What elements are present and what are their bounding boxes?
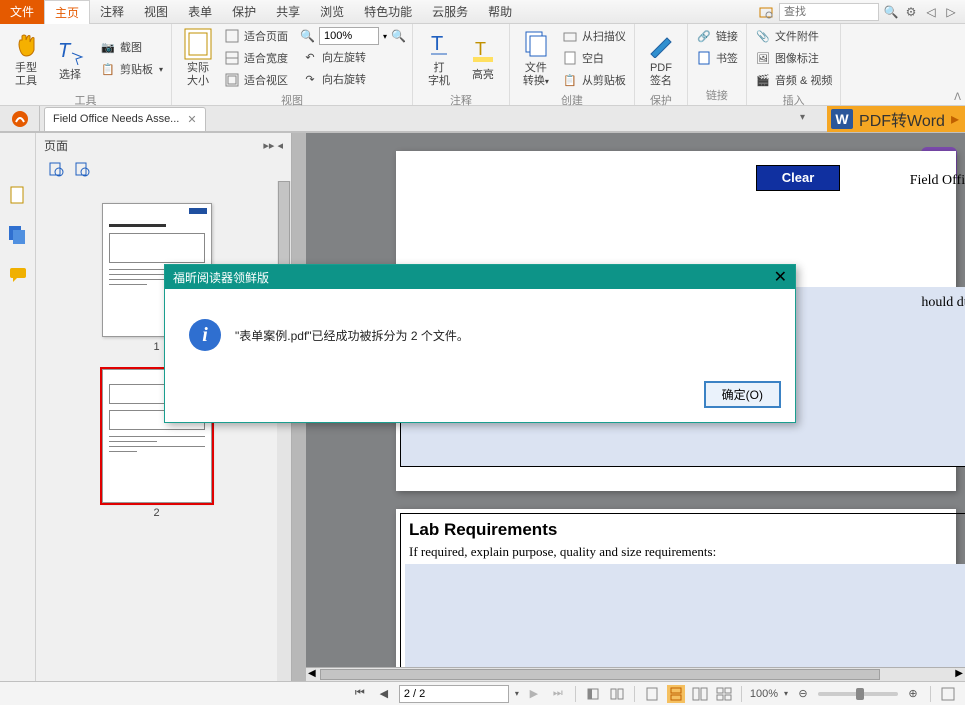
- highlight-button[interactable]: T 高亮: [463, 33, 503, 84]
- view-facing-cont-icon[interactable]: [715, 685, 733, 703]
- zoom-in-icon[interactable]: 🔍: [391, 29, 406, 43]
- layout-2-icon[interactable]: [608, 685, 626, 703]
- fit-page-button[interactable]: 适合页面: [222, 26, 290, 46]
- search-input[interactable]: [779, 3, 879, 21]
- layout-1-icon[interactable]: [584, 685, 602, 703]
- tab-view[interactable]: 视图: [134, 0, 178, 24]
- lab-title: Lab Requirements: [409, 520, 557, 540]
- vertical-toolbar: [0, 133, 36, 681]
- document-tab[interactable]: Field Office Needs Asse... ✕: [44, 107, 206, 131]
- app-home-tab[interactable]: [0, 106, 40, 132]
- from-clipboard-button[interactable]: 📋从剪贴板: [560, 70, 628, 90]
- link-button[interactable]: 🔗链接: [694, 26, 740, 46]
- zoom-input[interactable]: [319, 27, 379, 45]
- page-number-input[interactable]: [399, 685, 509, 703]
- file-attach-button[interactable]: 📎文件附件: [753, 26, 834, 46]
- tab-share[interactable]: 共享: [266, 0, 310, 24]
- view-facing-icon[interactable]: [691, 685, 709, 703]
- info-dialog: 福昕阅读器领鲜版 ✕ i "表单案例.pdf"已经成功被拆分为 2 个文件。 确…: [164, 264, 796, 423]
- svg-text:T: T: [58, 40, 72, 62]
- tab-features[interactable]: 特色功能: [354, 0, 422, 24]
- fullscreen-icon[interactable]: [939, 685, 957, 703]
- audio-video-button[interactable]: 🎬音频 & 视频: [753, 70, 834, 90]
- vbtn-page[interactable]: [6, 183, 30, 207]
- dialog-ok-button[interactable]: 确定(O): [704, 381, 781, 408]
- tab-home[interactable]: 主页: [44, 0, 90, 24]
- clipboard-button[interactable]: 📋剪贴板▾: [98, 59, 165, 79]
- dialog-close-icon[interactable]: ✕: [774, 267, 787, 287]
- select-button[interactable]: T 选择: [50, 33, 90, 84]
- document-tab-title: Field Office Needs Asse...: [53, 113, 179, 125]
- rotate-left-button[interactable]: ↶向左旋转: [300, 47, 406, 67]
- gear-icon[interactable]: ⚙: [903, 4, 919, 20]
- sidepanel-scrollbar[interactable]: [277, 181, 291, 681]
- side-panel-title: 页面: [44, 137, 68, 154]
- tab-dropdown-icon[interactable]: ▾: [800, 112, 805, 123]
- prev-page-icon[interactable]: ◀: [375, 685, 393, 703]
- tab-cloud[interactable]: 云服务: [422, 0, 478, 24]
- tab-protect[interactable]: 保护: [222, 0, 266, 24]
- doc-header-text: Field Office Needs: [910, 173, 965, 189]
- lab-text: If required, explain purpose, quality an…: [409, 544, 716, 560]
- tab-help[interactable]: 帮助: [478, 0, 522, 24]
- typewriter-button[interactable]: T 打 字机: [419, 26, 459, 90]
- from-scanner-button[interactable]: 从扫描仪: [560, 26, 628, 46]
- zoom-slider[interactable]: [818, 692, 898, 696]
- close-tab-icon[interactable]: ✕: [187, 113, 196, 126]
- zoom-in-button[interactable]: ⊕: [904, 685, 922, 703]
- dialog-message: "表单案例.pdf"已经成功被拆分为 2 个文件。: [235, 327, 469, 344]
- next-page-icon[interactable]: ▶: [525, 685, 543, 703]
- word-icon: W: [831, 109, 853, 129]
- tab-form[interactable]: 表单: [178, 0, 222, 24]
- svg-text:T: T: [475, 39, 486, 59]
- fit-width-button[interactable]: 适合宽度: [222, 48, 290, 68]
- last-page-icon[interactable]: ⏭: [549, 685, 567, 703]
- view-continuous-icon[interactable]: [667, 685, 685, 703]
- group-link-label: 链接: [694, 85, 740, 105]
- zoom-out-icon[interactable]: 🔍: [300, 29, 315, 43]
- search-icon[interactable]: 🔍: [883, 4, 899, 20]
- thumb-icon-2[interactable]: [74, 161, 90, 177]
- clear-button[interactable]: Clear: [756, 165, 840, 191]
- pdf-sign-button[interactable]: PDF 签名: [641, 26, 681, 90]
- fit-visible-button[interactable]: 适合视区: [222, 70, 290, 90]
- ribbon: 手型 工具 T 选择 📷截图 📋剪贴板▾ 工具 实际 大小 适合页面 适合宽度 …: [0, 24, 965, 106]
- statusbar: ⏮ ◀ ▾ ▶ ⏭ 100% ▾ ⊖ ⊕: [0, 681, 965, 705]
- svg-text:T: T: [431, 33, 443, 55]
- bookmark-button[interactable]: 书签: [694, 48, 740, 68]
- rotate-right-button[interactable]: ↷向右旋转: [300, 69, 406, 89]
- horizontal-scrollbar[interactable]: ◀ ▶: [306, 667, 965, 681]
- tab-file[interactable]: 文件: [0, 0, 44, 24]
- view-single-icon[interactable]: [643, 685, 661, 703]
- zoom-out-button[interactable]: ⊖: [794, 685, 812, 703]
- first-page-icon[interactable]: ⏮: [351, 685, 369, 703]
- tab-comment[interactable]: 注释: [90, 0, 134, 24]
- vbtn-comment[interactable]: [6, 263, 30, 287]
- tabstrip: Field Office Needs Asse... ✕ ▾ W PDF转Wor…: [0, 106, 965, 132]
- zoom-label: 100%: [750, 688, 778, 700]
- dialog-title: 福昕阅读器领鲜版: [173, 269, 269, 286]
- snapshot-button[interactable]: 📷截图: [98, 37, 165, 57]
- thumb-icon-1[interactable]: [48, 161, 64, 177]
- ribbon-collapse-icon[interactable]: ᐱ: [954, 92, 961, 103]
- menubar: 文件 主页 注释 视图 表单 保护 共享 浏览 特色功能 云服务 帮助 🔍 ⚙ …: [0, 0, 965, 24]
- search-folder-icon[interactable]: [759, 4, 775, 20]
- blank-button[interactable]: 空白: [560, 48, 628, 68]
- dialog-titlebar[interactable]: 福昕阅读器领鲜版 ✕: [165, 265, 795, 289]
- file-convert-button[interactable]: 文件 转换▾: [516, 26, 556, 90]
- panel-collapse-icon[interactable]: ▸▸ ◂: [263, 139, 283, 152]
- nav-prev-icon[interactable]: ◁: [923, 4, 939, 20]
- hand-tool-button[interactable]: 手型 工具: [6, 26, 46, 90]
- actual-size-button[interactable]: 实际 大小: [178, 26, 218, 90]
- info-icon: i: [189, 319, 221, 351]
- page-content-2: Lab Requirements If required, explain pu…: [396, 509, 956, 667]
- nav-next-icon[interactable]: ▷: [943, 4, 959, 20]
- doc-dup-text: hould duplicate:: [921, 295, 965, 311]
- vbtn-pages[interactable]: [6, 223, 30, 247]
- tab-browse[interactable]: 浏览: [310, 0, 354, 24]
- pdf-to-word-button[interactable]: W PDF转Word ▸: [827, 106, 965, 132]
- image-annot-button[interactable]: 🖼图像标注: [753, 48, 834, 68]
